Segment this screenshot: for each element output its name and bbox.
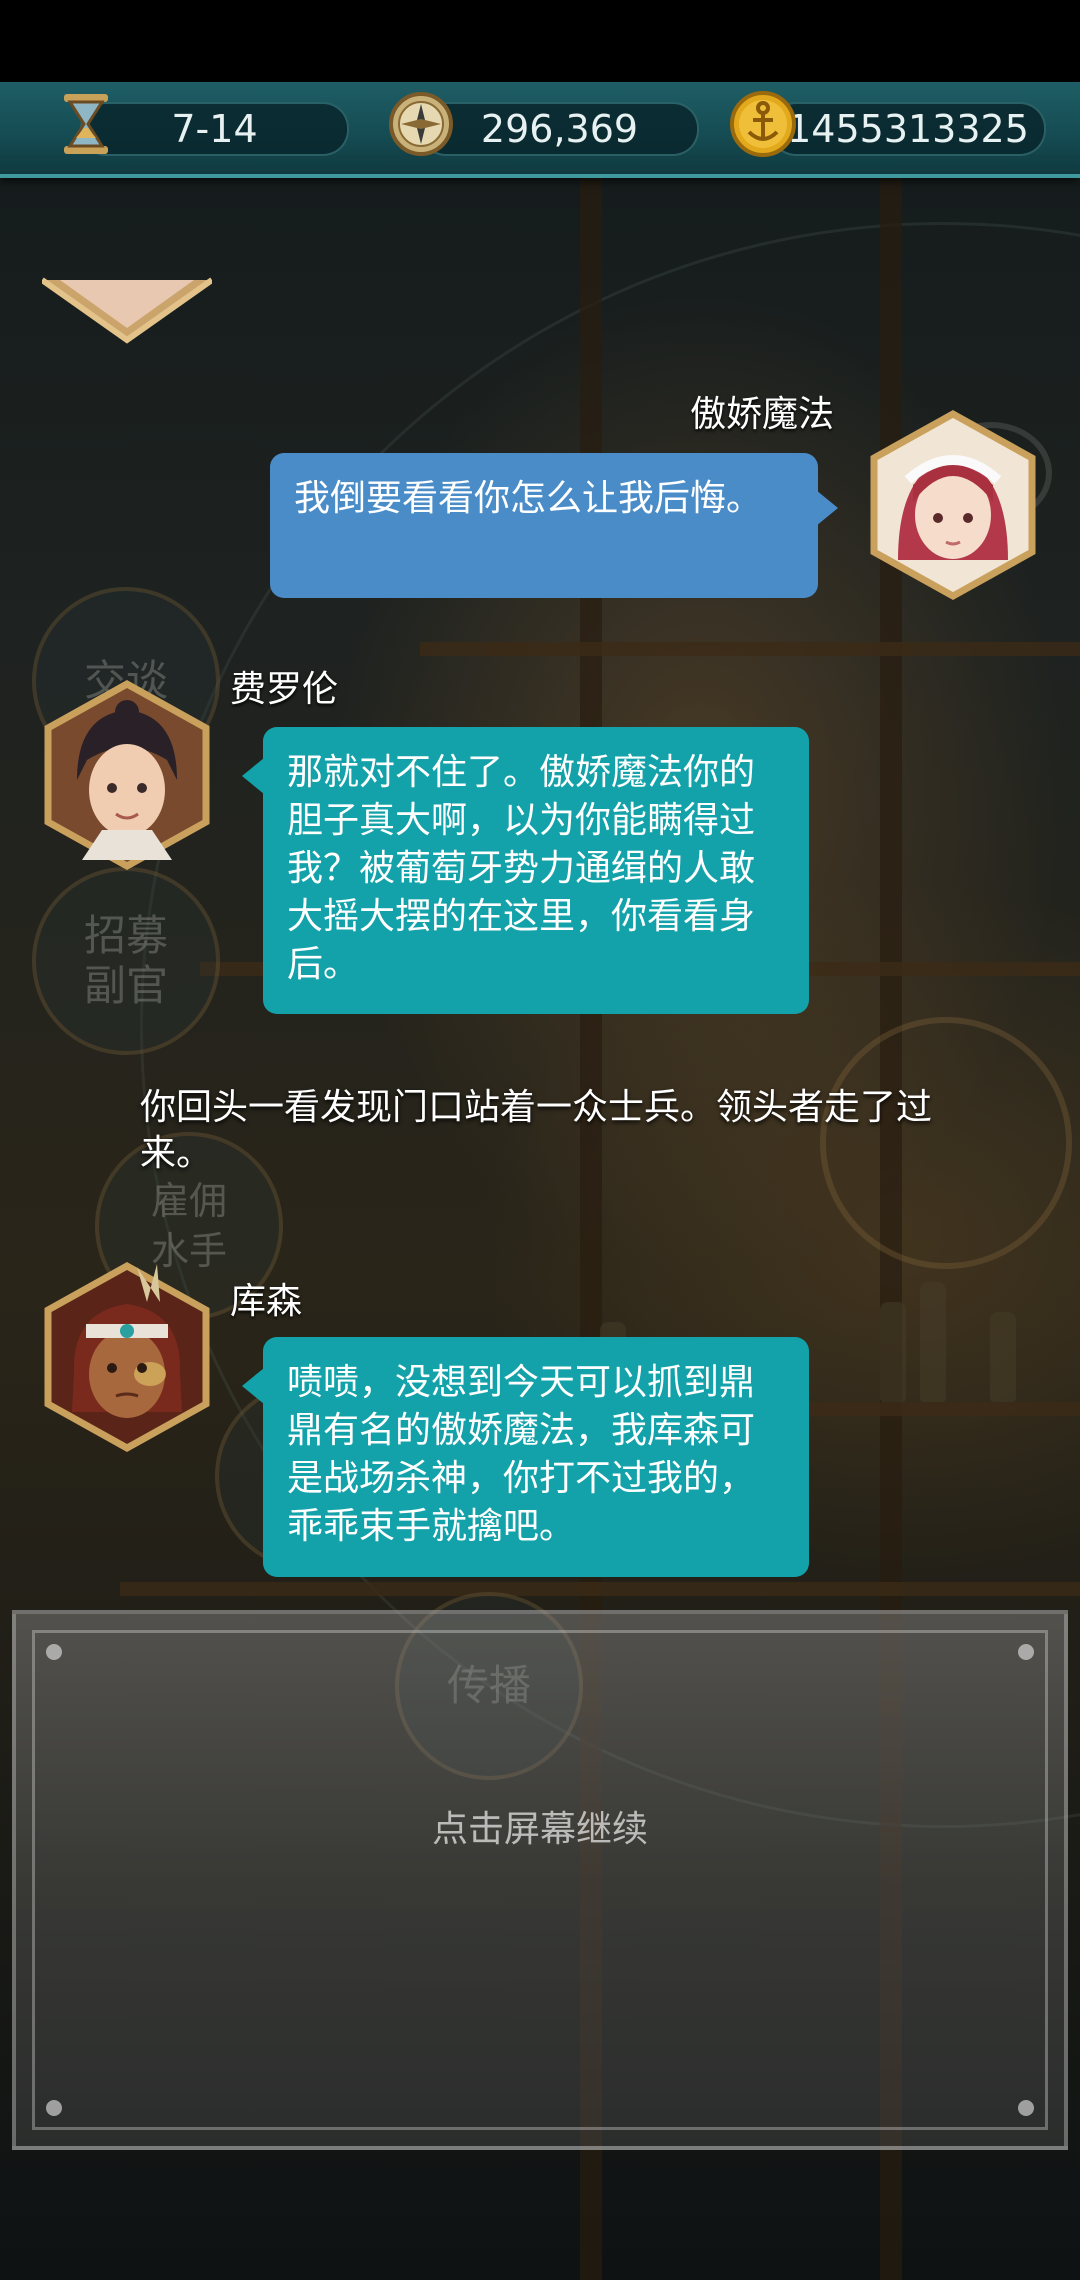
continue-panel[interactable] [12, 1610, 1068, 2150]
menu-recruit-button: 招募 副官 [32, 867, 220, 1055]
bubble-tail [816, 490, 838, 526]
speaker-name: 费罗伦 [230, 669, 339, 710]
speaker-name: 傲娇魔法 [690, 394, 835, 435]
bottle [920, 1282, 946, 1402]
rivet [46, 2100, 62, 2116]
dialogue-bubble: 啧啧，没想到今天可以抓到鼎鼎有名的傲娇魔法，我库森可是战场杀神，你打不过我的，乖… [263, 1337, 809, 1577]
compass-counter: 296,369 [420, 102, 699, 156]
rivet [1018, 2100, 1034, 2116]
gold-anchor-coin-icon [730, 91, 796, 157]
bottle [880, 1302, 906, 1402]
speaker-avatar [870, 410, 1036, 600]
gold-counter: 1455313325 [770, 102, 1046, 156]
shelf [120, 1582, 1080, 1596]
panel-frame [32, 1630, 1048, 2130]
compass-icon [389, 92, 453, 156]
status-strip [0, 0, 1080, 82]
resource-hud: 7-14 296,369 1455313325 [0, 82, 1080, 178]
speaker-avatar [44, 680, 210, 870]
speaker-name: 库森 [230, 1281, 303, 1322]
tap-to-continue-hint[interactable]: 点击屏幕继续 [0, 1800, 1080, 1852]
bubble-tail [242, 1368, 264, 1404]
previous-speaker-avatar [42, 277, 212, 344]
shelf [420, 642, 1080, 656]
dialogue-bubble: 我倒要看看你怎么让我后悔。 [270, 453, 818, 598]
rivet [46, 1644, 62, 1660]
hourglass-icon [64, 94, 108, 154]
speaker-avatar [44, 1262, 210, 1452]
rivet [1018, 1644, 1034, 1660]
bottle [990, 1312, 1016, 1402]
dialogue-bubble: 那就对不住了。傲娇魔法你的胆子真大啊，以为你能瞒得过我？被葡萄牙势力通缉的人敢大… [263, 727, 809, 1014]
narration-text: 你回头一看发现门口站着一众士兵。领头者走了过来。 [140, 1087, 933, 1174]
bubble-tail [242, 758, 264, 794]
